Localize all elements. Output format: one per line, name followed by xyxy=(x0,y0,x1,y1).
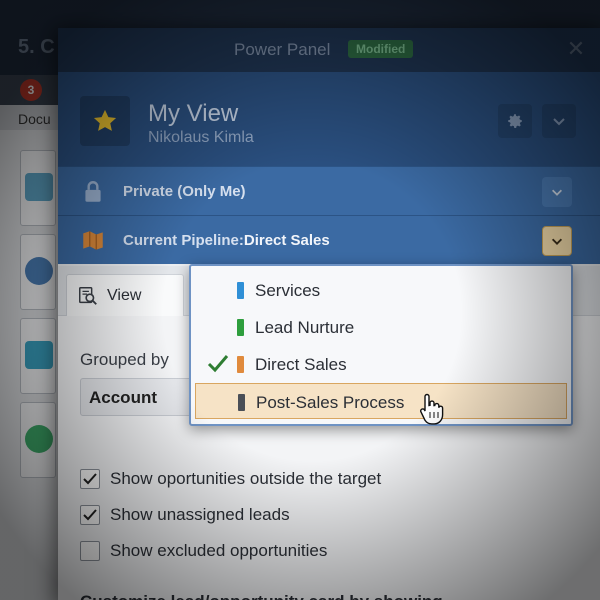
notification-badge[interactable]: 3 xyxy=(20,79,42,101)
grouped-by-label: Grouped by xyxy=(80,350,169,369)
chevron-down-icon[interactable] xyxy=(542,177,572,207)
pipeline-option-direct-sales[interactable]: Direct Sales xyxy=(195,346,567,382)
checkmark-icon xyxy=(207,352,229,379)
pipeline-row[interactable]: Current Pipeline:Direct Sales xyxy=(58,215,600,264)
view-owner: Nikolaus Kimla xyxy=(148,129,254,146)
gear-icon[interactable] xyxy=(498,104,532,138)
panel-topbar: Power Panel Modified ✕ xyxy=(58,28,600,72)
checkbox[interactable] xyxy=(80,505,100,525)
background-sidebar xyxy=(0,130,60,600)
option-label: Show oportunities outside the target xyxy=(110,469,382,488)
checkbox[interactable] xyxy=(80,541,100,561)
pipeline-option-lead-nurture[interactable]: Lead Nurture xyxy=(195,309,567,345)
network-icon xyxy=(25,257,53,285)
pipeline-option-label: Services xyxy=(255,281,321,300)
panel-title: Power Panel xyxy=(234,40,331,59)
pipeline-option-post-sales-process[interactable]: Post-Sales Process xyxy=(195,383,567,419)
pipeline-option-label: Lead Nurture xyxy=(255,318,355,337)
pipeline-color-swatch xyxy=(237,282,244,299)
pipeline-option-label: Direct Sales xyxy=(255,355,347,374)
star-icon[interactable] xyxy=(80,96,130,146)
privacy-row[interactable]: Private (Only Me) xyxy=(58,166,600,215)
chevron-down-icon xyxy=(551,238,563,245)
grouped-by-value: Account xyxy=(89,388,157,407)
close-icon[interactable]: ✕ xyxy=(564,37,588,61)
app-tile[interactable] xyxy=(20,150,56,226)
app-tile[interactable] xyxy=(20,234,56,310)
view-header: My View Nikolaus Kimla xyxy=(58,72,600,166)
pipeline-color-swatch xyxy=(237,356,244,373)
hand-cursor-icon xyxy=(418,392,444,431)
pipeline-label: Current Pipeline:Direct Sales xyxy=(123,232,330,249)
chevron-down-icon[interactable] xyxy=(542,104,576,138)
view-title: My View xyxy=(148,100,239,127)
pipeline-option-label: Post-Sales Process xyxy=(256,393,405,412)
view-search-icon xyxy=(77,285,99,312)
pipeline-flag-icon xyxy=(80,228,106,254)
background-title: 5. C xyxy=(18,36,55,58)
tab-view-label: View xyxy=(107,287,142,304)
option-label: Show unassigned leads xyxy=(110,505,290,524)
app-tile[interactable] xyxy=(20,318,56,394)
app-tile[interactable] xyxy=(20,402,56,478)
option-label: Show excluded opportunities xyxy=(110,541,328,560)
checkmark-icon xyxy=(83,509,97,521)
tab-view[interactable]: View xyxy=(66,274,184,316)
cube-icon xyxy=(25,341,53,369)
app-tile-icon xyxy=(25,173,53,201)
pipeline-label-prefix: Current Pipeline: xyxy=(123,232,244,249)
checkmark-icon xyxy=(83,473,97,485)
modified-badge: Modified xyxy=(348,40,414,58)
pipeline-dropdown-toggle[interactable] xyxy=(542,226,572,256)
flower-icon xyxy=(25,425,53,453)
customize-card-heading: Customize lead/opportunity card by showi… xyxy=(80,592,443,600)
privacy-label: Private (Only Me) xyxy=(123,183,246,200)
background-doc-label: Docu xyxy=(18,111,51,127)
pipeline-color-swatch xyxy=(237,319,244,336)
pipeline-label-value: Direct Sales xyxy=(243,232,330,249)
pipeline-dropdown: Services Lead Nurture Direct Sales Post-… xyxy=(189,264,573,426)
pipeline-color-swatch xyxy=(238,394,245,411)
lock-icon xyxy=(80,179,106,205)
pipeline-option-services[interactable]: Services xyxy=(195,272,567,308)
checkbox[interactable] xyxy=(80,469,100,489)
